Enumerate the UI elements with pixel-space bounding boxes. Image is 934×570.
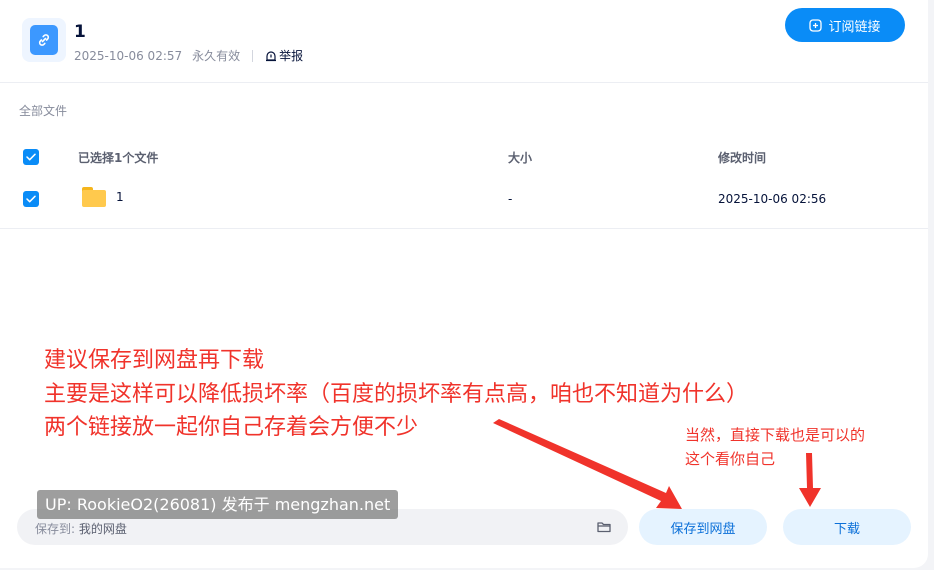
file-size: -: [508, 192, 513, 206]
save-to-netdisk-button[interactable]: 保存到网盘: [639, 509, 767, 545]
subscribe-link-button[interactable]: 订阅链接: [785, 8, 905, 42]
share-meta: 2025-10-06 02:57 永久有效 举报: [74, 47, 303, 64]
breadcrumb[interactable]: 全部文件: [19, 102, 67, 119]
check-icon: [26, 195, 36, 203]
share-date: 2025-10-06 02:57: [74, 48, 183, 63]
annotation-arrows: [493, 419, 821, 509]
folder-icon[interactable]: [596, 519, 612, 535]
folder-icon: [82, 187, 106, 207]
annotation-line-1: 建议保存到网盘再下载: [44, 348, 265, 373]
file-table: 已选择1个文件 大小 修改时间 1 - 2025-10-06 02:56: [0, 138, 928, 229]
save-path-value: 我的网盘: [78, 522, 127, 536]
report-link[interactable]: 举报: [265, 47, 303, 64]
download-button[interactable]: 下载: [783, 509, 911, 545]
report-icon: [266, 50, 277, 61]
share-title: 1: [74, 22, 86, 42]
link-file-icon: [22, 18, 66, 62]
table-row[interactable]: 1 - 2025-10-06 02:56: [0, 134, 928, 229]
page: 1 2025-10-06 02:57 永久有效 举报 订阅链接 全部文件 已选择…: [0, 0, 934, 570]
share-header: 1 2025-10-06 02:57 永久有效 举报 订阅链接: [0, 0, 928, 83]
annotation-line-2: 主要是这样可以降低损坏率（百度的损坏率有点高，咱也不知道为什么）: [44, 382, 749, 407]
annotation-line-3: 两个链接放一起你自己存着会方便不少: [44, 415, 419, 440]
share-validity: 永久有效: [192, 49, 241, 63]
share-card: 1 2025-10-06 02:57 永久有效 举报 订阅链接 全部文件 已选择…: [0, 0, 928, 568]
annotation-side-line-2: 这个看你自己: [685, 450, 776, 468]
file-name-cell[interactable]: 1: [82, 187, 124, 207]
arrow-to-download: [799, 453, 821, 507]
watermark: UP: RookieO2(26081) 发布于 mengzhan.net: [37, 490, 399, 519]
meta-divider: [252, 49, 254, 62]
save-path-label: 保存到: 我的网盘: [35, 522, 127, 536]
subscribe-label: 订阅链接: [828, 19, 881, 35]
file-modified-time: 2025-10-06 02:56: [718, 192, 827, 206]
file-name: 1: [116, 190, 124, 204]
add-square-icon: [809, 18, 823, 32]
arrow-to-save: [493, 419, 682, 509]
annotation-side-line-1: 当然，直接下载也是可以的: [685, 426, 866, 444]
report-label: 举报: [279, 49, 304, 63]
row-checkbox[interactable]: [23, 191, 39, 207]
